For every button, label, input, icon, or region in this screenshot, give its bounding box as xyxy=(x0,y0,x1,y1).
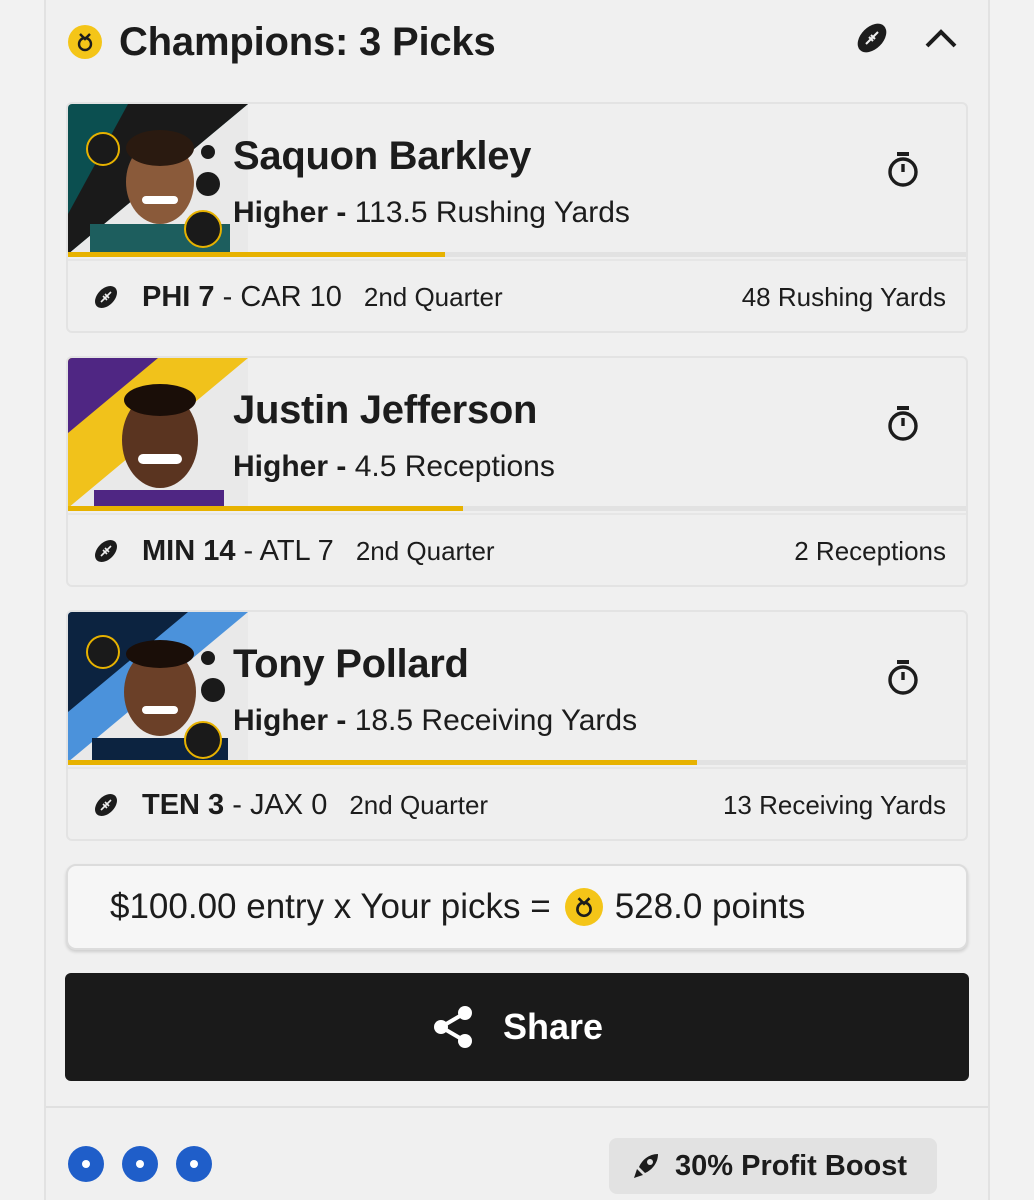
player-headshot xyxy=(68,358,248,510)
team-dot xyxy=(68,1146,104,1182)
game-score: MIN 14 - ATL 7 xyxy=(142,535,334,568)
boost-label: 30% Profit Boost xyxy=(675,1149,908,1182)
progress-bar xyxy=(68,506,966,511)
game-score: TEN 3 - JAX 0 xyxy=(142,789,327,822)
team-dot xyxy=(176,1146,212,1182)
current-stat: 13 Receiving Yards xyxy=(722,789,946,820)
progress-fill xyxy=(68,760,697,765)
pick-card[interactable]: Saquon Barkley Higher - 113.5 Rushing Ya… xyxy=(66,102,968,333)
pick-line: Higher - 18.5 Receiving Yards xyxy=(233,704,637,738)
game-status-row: MIN 14 - ATL 7 2nd Quarter 2 Receptions xyxy=(68,513,966,585)
progress-fill xyxy=(68,252,446,257)
pick-separator: - xyxy=(328,450,355,483)
section-divider xyxy=(46,1106,988,1108)
share-label: Share xyxy=(502,1006,604,1047)
share-icon xyxy=(433,1006,472,1048)
stopwatch-icon xyxy=(886,404,920,442)
pick-separator: - xyxy=(328,704,355,737)
current-stat: 2 Receptions xyxy=(794,535,946,566)
player-name: Tony Pollard xyxy=(233,642,469,686)
pick-card[interactable]: Tony Pollard Higher - 18.5 Receiving Yar… xyxy=(66,610,968,841)
game-quarter: 2nd Quarter xyxy=(363,281,503,312)
pick-line: Higher - 4.5 Receptions xyxy=(233,450,555,484)
pick-separator: - xyxy=(328,196,355,229)
game-quarter: 2nd Quarter xyxy=(349,789,489,820)
score-separator: - xyxy=(224,788,250,821)
pick-direction: Higher xyxy=(233,704,329,737)
stopwatch-icon xyxy=(886,658,920,696)
player-headshot xyxy=(68,612,248,764)
share-button[interactable]: Share xyxy=(65,973,969,1081)
home-score: PHI 7 xyxy=(142,280,215,313)
team-dot xyxy=(122,1146,158,1182)
progress-bar xyxy=(68,760,966,765)
stopwatch-icon xyxy=(886,150,920,188)
profit-boost-badge[interactable]: 30% Profit Boost xyxy=(609,1138,937,1194)
player-name: Justin Jefferson xyxy=(233,388,538,432)
payout-prefix: $100.00 entry x Your picks = xyxy=(110,887,551,926)
team-dots xyxy=(68,1146,212,1182)
medal-icon xyxy=(68,25,102,59)
player-name: Saquon Barkley xyxy=(233,134,532,178)
pick-direction: Higher xyxy=(233,196,329,229)
away-score: CAR 10 xyxy=(240,280,342,313)
game-status-row: TEN 3 - JAX 0 2nd Quarter 13 Receiving Y… xyxy=(68,767,966,839)
pick-line-value: 18.5 Receiving Yards xyxy=(354,704,638,737)
payout-summary: $100.00 entry x Your picks = 528.0 point… xyxy=(66,864,968,950)
game-status-row: PHI 7 - CAR 10 2nd Quarter 48 Rushing Ya… xyxy=(68,259,966,331)
medal-icon xyxy=(564,888,603,926)
pick-line-value: 113.5 Rushing Yards xyxy=(354,196,630,229)
payout-points: 528.0 points xyxy=(614,887,806,926)
page-title: Champions: 3 Picks xyxy=(119,19,496,64)
pick-line-value: 4.5 Receptions xyxy=(354,450,555,483)
football-icon xyxy=(95,286,117,308)
away-score: ATL 7 xyxy=(259,534,334,567)
progress-fill xyxy=(68,506,464,511)
player-headshot xyxy=(68,104,248,256)
current-stat: 48 Rushing Yards xyxy=(741,281,946,312)
home-score: MIN 14 xyxy=(142,534,236,567)
football-icon[interactable] xyxy=(854,20,890,61)
lineup-header: Champions: 3 Picks xyxy=(66,0,966,84)
pick-card[interactable]: Justin Jefferson Higher - 4.5 Receptions… xyxy=(66,356,968,587)
progress-bar xyxy=(68,252,966,257)
game-score: PHI 7 - CAR 10 xyxy=(142,281,342,314)
home-score: TEN 3 xyxy=(142,788,225,821)
chevron-up-icon[interactable] xyxy=(924,26,958,55)
game-quarter: 2nd Quarter xyxy=(355,535,495,566)
pick-direction: Higher xyxy=(233,450,329,483)
score-separator: - xyxy=(214,280,241,313)
pick-line: Higher - 113.5 Rushing Yards xyxy=(233,196,630,230)
football-icon xyxy=(95,794,117,816)
rocket-icon xyxy=(634,1154,658,1178)
score-separator: - xyxy=(235,534,260,567)
football-icon xyxy=(95,540,117,562)
away-score: JAX 0 xyxy=(249,788,328,821)
